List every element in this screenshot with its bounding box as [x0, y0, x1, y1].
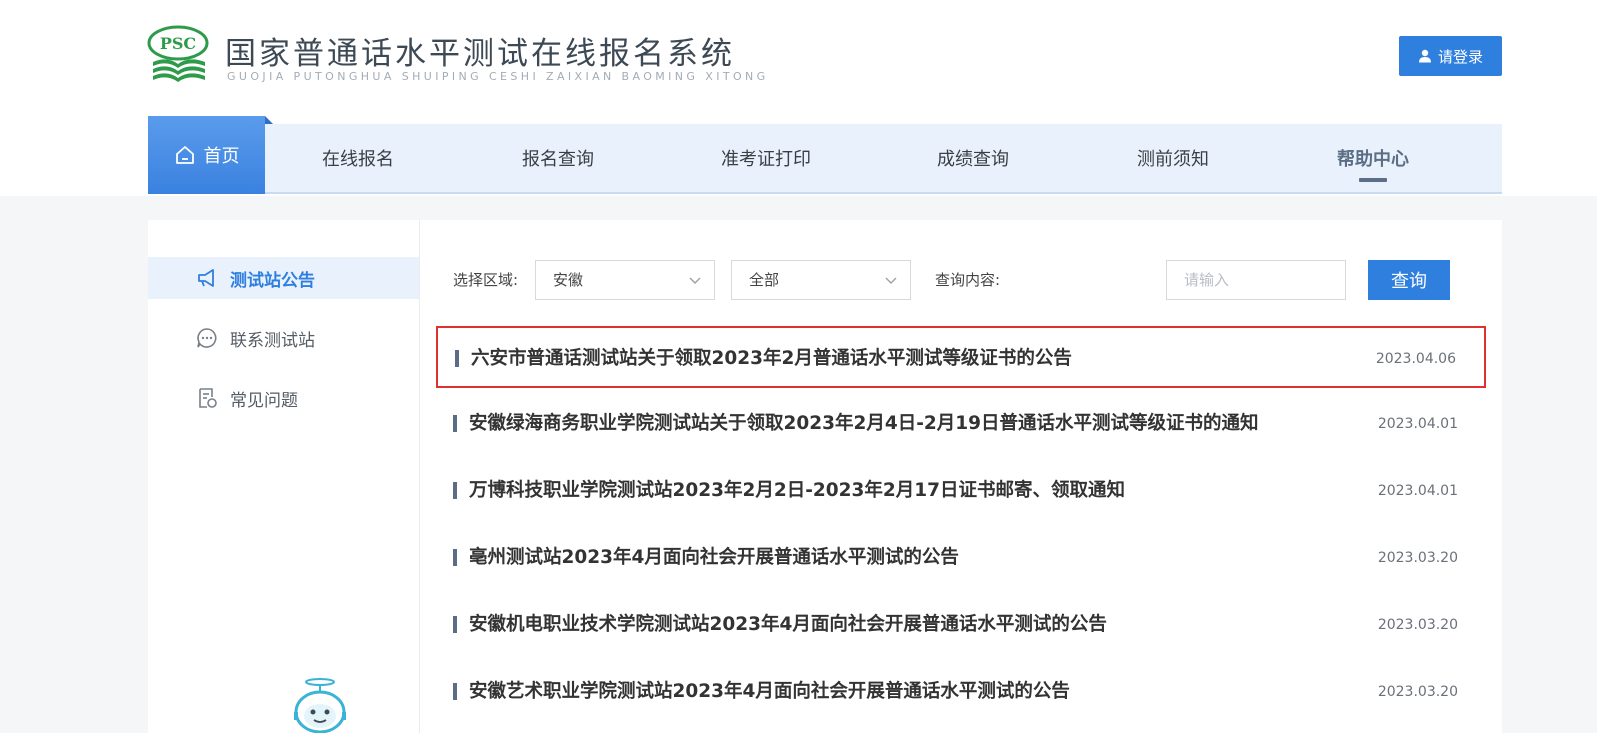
- announcement-item[interactable]: 六安市普通话测试站关于领取2023年2月普通话水平测试等级证书的公告 2023.…: [436, 326, 1486, 388]
- sidebar-item-label: 联系测试站: [230, 330, 315, 351]
- scope-select-value: 全部: [749, 271, 780, 289]
- sidebar-item-announcements[interactable]: 测试站公告: [148, 257, 419, 299]
- nav-admission-ticket-print[interactable]: 准考证打印: [696, 124, 836, 192]
- announcement-date: 2023.04.06: [1375, 351, 1456, 367]
- announcement-date: 2023.03.20: [1377, 684, 1458, 700]
- document-icon: [199, 388, 217, 408]
- login-button[interactable]: 请登录: [1399, 36, 1502, 76]
- announcement-date: 2023.04.01: [1377, 416, 1458, 432]
- list-marker: [453, 616, 457, 633]
- list-marker: [453, 415, 457, 432]
- chat-icon: [197, 328, 217, 348]
- list-marker: [455, 350, 459, 367]
- main-nav: 首页 在线报名 报名查询 准考证打印 成绩查询 测前须知 帮助中心: [148, 116, 1502, 194]
- login-label: 请登录: [1437, 47, 1483, 66]
- query-input[interactable]: [1166, 260, 1346, 300]
- query-label: 查询内容:: [935, 271, 1001, 289]
- content-panel: 测试站公告 联系测试站 常见问题 选择区域: 安徽 全部 查询内容: 请输入 查…: [148, 220, 1502, 733]
- region-label: 选择区域:: [453, 271, 519, 289]
- announcement-title: 亳州测试站2023年4月面向社会开展普通话水平测试的公告: [469, 547, 959, 568]
- search-button[interactable]: 查询: [1368, 260, 1450, 300]
- region-select[interactable]: 安徽: [535, 260, 715, 300]
- announcement-title: 万博科技职业学院测试站2023年2月2日-2023年2月17日证书邮寄、领取通知: [469, 480, 1126, 501]
- announcement-title: 六安市普通话测试站关于领取2023年2月普通话水平测试等级证书的公告: [471, 348, 1072, 369]
- announcement-item[interactable]: 万博科技职业学院测试站2023年2月2日-2023年2月17日证书邮寄、领取通知…: [436, 460, 1486, 522]
- announcement-title: 安徽绿海商务职业学院测试站关于领取2023年2月4日-2月19日普通话水平测试等…: [469, 413, 1259, 434]
- user-icon: [1418, 49, 1431, 63]
- sidebar-item-label: 常见问题: [230, 390, 298, 411]
- announcement-item[interactable]: 安徽绿海商务职业学院测试站关于领取2023年2月4日-2月19日普通话水平测试等…: [436, 393, 1486, 455]
- sidebar-item-faq[interactable]: 常见问题: [148, 377, 419, 419]
- region-select-value: 安徽: [553, 271, 584, 289]
- announcement-date: 2023.03.20: [1377, 550, 1458, 566]
- nav-score-query[interactable]: 成绩查询: [913, 124, 1033, 192]
- site-title: 国家普通话水平测试在线报名系统: [225, 36, 735, 72]
- announcement-item[interactable]: 安徽艺术职业学院测试站2023年4月面向社会开展普通话水平测试的公告 2023.…: [436, 661, 1486, 723]
- nav-online-registration[interactable]: 在线报名: [298, 124, 418, 192]
- sidebar: 测试站公告 联系测试站 常见问题: [148, 220, 420, 733]
- announcement-date: 2023.04.01: [1377, 483, 1458, 499]
- psc-logo-icon: PSC: [147, 25, 209, 82]
- announcement-title: 安徽机电职业技术学院测试站2023年4月面向社会开展普通话水平测试的公告: [469, 614, 1107, 635]
- site-logo[interactable]: PSC 国家普通话水平测试在线报名系统 GUOJIA PUTONGHUA SHU…: [147, 24, 765, 90]
- list-marker: [453, 549, 457, 566]
- nav-registration-query[interactable]: 报名查询: [498, 124, 618, 192]
- announcement-title: 安徽艺术职业学院测试站2023年4月面向社会开展普通话水平测试的公告: [469, 681, 1070, 702]
- nav-home-label: 首页: [203, 146, 240, 167]
- nav-help-center[interactable]: 帮助中心: [1313, 124, 1433, 192]
- list-marker: [453, 683, 457, 700]
- megaphone-icon: [198, 269, 214, 287]
- nav-pretest-notice[interactable]: 测前须知: [1113, 124, 1233, 192]
- scope-select[interactable]: 全部: [731, 260, 911, 300]
- list-marker: [453, 482, 457, 499]
- nav-home[interactable]: 首页: [148, 116, 273, 194]
- home-icon: [175, 146, 194, 164]
- chevron-down-icon: [689, 277, 701, 284]
- announcement-date: 2023.03.20: [1377, 617, 1458, 633]
- chevron-down-icon: [885, 277, 897, 284]
- sidebar-item-label: 测试站公告: [230, 270, 315, 291]
- logo-mark-text: PSC: [160, 34, 196, 53]
- sidebar-item-contact[interactable]: 联系测试站: [148, 317, 419, 359]
- announcement-item[interactable]: 安徽机电职业技术学院测试站2023年4月面向社会开展普通话水平测试的公告 202…: [436, 594, 1486, 656]
- announcement-item[interactable]: 亳州测试站2023年4月面向社会开展普通话水平测试的公告 2023.03.20: [436, 527, 1486, 589]
- site-subtitle: GUOJIA PUTONGHUA SHUIPING CESHI ZAIXIAN …: [227, 70, 769, 83]
- robot-assistant-icon[interactable]: [290, 674, 350, 733]
- filter-bar: 选择区域: 安徽 全部 查询内容: 查询: [453, 260, 1453, 300]
